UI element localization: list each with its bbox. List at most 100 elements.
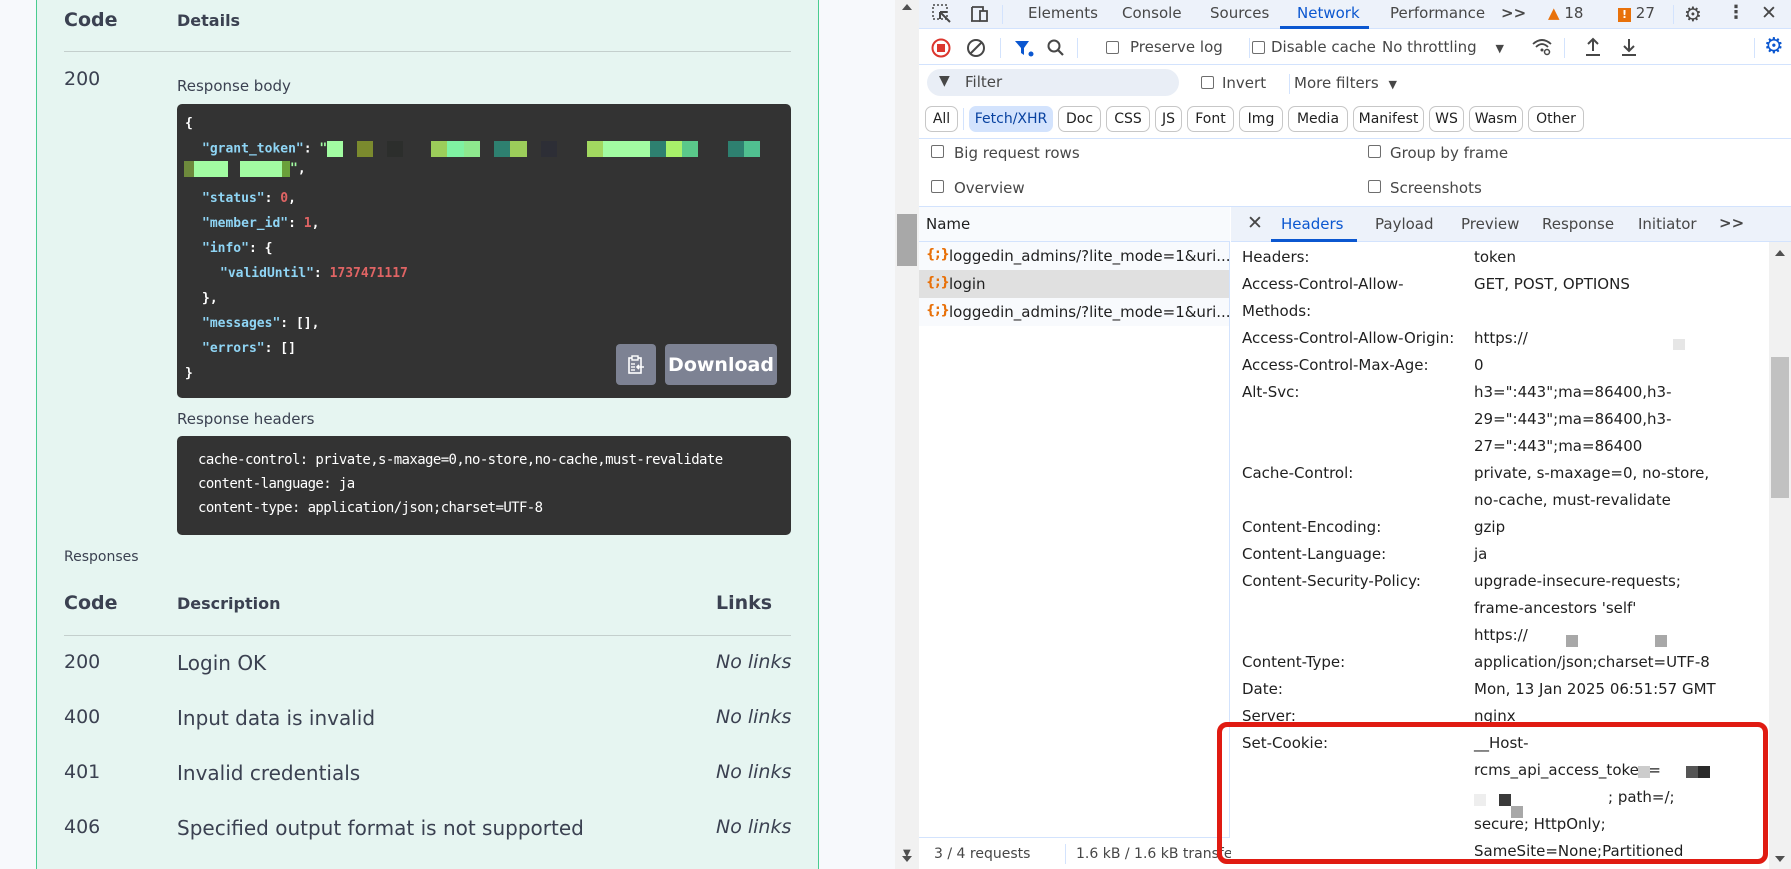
request-row-selected[interactable]: {;} login — [919, 270, 1229, 298]
header-value: Mon, 13 Jan 2025 06:51:57 GMT — [1474, 680, 1716, 698]
scroll-down-icon[interactable]: ▼ — [903, 848, 911, 859]
response-body-block: { "grant_token": " ", "status": 0, "memb… — [177, 104, 791, 398]
type-chip-fetch-xhr[interactable]: Fetch/XHR — [969, 106, 1053, 132]
request-name: loggedin_admins/?lite_mode=1&uri... — [949, 303, 1229, 321]
disable-cache-label[interactable]: Disable cache — [1271, 38, 1376, 56]
more-options-icon[interactable]: ⋮ — [1727, 2, 1745, 23]
import-har-icon[interactable] — [1583, 36, 1603, 62]
download-button[interactable]: Download — [665, 344, 777, 385]
more-filters-dropdown[interactable]: More filters ▼ — [1294, 74, 1397, 92]
big-request-rows-label[interactable]: Big request rows — [954, 144, 1080, 162]
header-key: Content-Security-Policy: — [1242, 572, 1421, 590]
clear-icon[interactable] — [966, 38, 986, 62]
close-devtools-icon[interactable]: ✕ — [1761, 2, 1777, 24]
type-chip-css[interactable]: CSS — [1106, 106, 1150, 132]
detail-tab-payload[interactable]: Payload — [1375, 215, 1434, 233]
type-chip-other[interactable]: Other — [1528, 106, 1584, 132]
record-stop-icon[interactable] — [931, 38, 951, 62]
scroll-down-icon[interactable] — [1775, 856, 1785, 862]
tab-console[interactable]: Console — [1122, 4, 1182, 22]
screenshots-checkbox[interactable] — [1368, 180, 1381, 193]
devtools-panel: Elements Console Sources Network Perform… — [919, 0, 1791, 869]
response-code: 200 — [64, 68, 100, 90]
screenshots-label[interactable]: Screenshots — [1390, 179, 1482, 197]
preserve-log-checkbox[interactable] — [1106, 41, 1119, 54]
group-by-frame-label[interactable]: Group by frame — [1390, 144, 1508, 162]
scroll-up-icon[interactable] — [1775, 250, 1785, 256]
response-headers-block: cache-control: private,s-maxage=0,no-sto… — [177, 436, 791, 535]
more-tabs-button[interactable]: >> — [1501, 4, 1526, 22]
page-scrollbar-thumb[interactable] — [897, 214, 917, 266]
name-column-header[interactable]: Name — [919, 207, 1230, 242]
type-chip-font[interactable]: Font — [1187, 106, 1234, 132]
header-value: __Host- — [1474, 734, 1529, 752]
response-headers-label: Response headers — [177, 410, 314, 428]
issues-count: 27 — [1636, 4, 1655, 22]
type-chip-doc[interactable]: Doc — [1058, 106, 1101, 132]
network-settings-icon[interactable]: ⚙ — [1764, 34, 1784, 59]
filter-funnel-icon[interactable] — [1013, 38, 1035, 62]
search-icon[interactable] — [1046, 38, 1066, 62]
detail-tab-headers[interactable]: Headers — [1281, 215, 1343, 233]
page-scrollbar[interactable] — [895, 0, 919, 869]
header-key: Set-Cookie: — [1242, 734, 1328, 752]
request-row[interactable]: {;} loggedin_admins/?lite_mode=1&uri... — [919, 242, 1229, 270]
overview-checkbox[interactable] — [931, 180, 944, 193]
responses-links-header: Links — [716, 592, 772, 614]
close-detail-icon[interactable]: ✕ — [1247, 212, 1263, 234]
filter-input[interactable]: ▼ Filter — [927, 69, 1179, 96]
invert-label[interactable]: Invert — [1222, 74, 1266, 92]
responses-code-header: Code — [64, 592, 117, 614]
redaction-mask — [1673, 339, 1685, 350]
issues-badge[interactable]: ! 27 — [1618, 4, 1655, 22]
disable-cache-checkbox[interactable] — [1252, 41, 1265, 54]
separator — [1065, 844, 1066, 864]
throttling-select[interactable]: No throttling ▼ — [1382, 38, 1504, 56]
device-toolbar-icon[interactable] — [968, 3, 990, 29]
tab-elements[interactable]: Elements — [1028, 4, 1098, 22]
clipboard-icon — [626, 354, 646, 376]
tab-network[interactable]: Network — [1297, 4, 1360, 22]
detail-tab-preview[interactable]: Preview — [1461, 215, 1519, 233]
scroll-up-icon[interactable] — [902, 4, 912, 10]
response-row-links: No links — [716, 651, 791, 673]
preserve-log-label[interactable]: Preserve log — [1130, 38, 1223, 56]
type-chip-js[interactable]: JS — [1155, 106, 1182, 132]
type-chip-media[interactable]: Media — [1288, 106, 1348, 132]
header-value: private, s-maxage=0, no-store, — [1474, 464, 1709, 482]
redaction-mask — [1638, 766, 1650, 778]
response-header-line: content-language: ja — [198, 476, 355, 492]
type-chip-ws[interactable]: WS — [1429, 106, 1464, 132]
group-by-frame-checkbox[interactable] — [1368, 145, 1381, 158]
inspect-element-icon[interactable] — [931, 3, 953, 29]
response-row-code: 401 — [64, 761, 100, 783]
redaction-mask — [1499, 794, 1511, 806]
overview-label[interactable]: Overview — [954, 179, 1025, 197]
detail-scrollbar[interactable] — [1769, 242, 1791, 869]
network-toolbar: Preserve log Disable cache No throttling… — [919, 30, 1791, 65]
invert-checkbox[interactable] — [1201, 76, 1214, 89]
header-key: Alt-Svc: — [1242, 383, 1299, 401]
big-request-rows-checkbox[interactable] — [931, 145, 944, 158]
network-conditions-icon[interactable] — [1531, 36, 1553, 62]
tab-performance[interactable]: Performance — [1390, 4, 1485, 22]
settings-gear-icon[interactable]: ⚙ — [1684, 2, 1702, 26]
detail-tab-response[interactable]: Response — [1542, 215, 1614, 233]
request-row[interactable]: {;} loggedin_admins/?lite_mode=1&uri... — [919, 298, 1229, 326]
network-status-bar: ▼ 3 / 4 requests 1.6 kB / 1.6 kB transfe… — [919, 837, 1230, 869]
throttling-value: No throttling — [1382, 38, 1477, 56]
copy-to-clipboard-button[interactable] — [616, 344, 656, 385]
detail-tab-initiator[interactable]: Initiator — [1638, 215, 1697, 233]
detail-scrollbar-thumb[interactable] — [1771, 357, 1789, 498]
name-column-label: Name — [926, 215, 970, 233]
tab-sources[interactable]: Sources — [1210, 4, 1269, 22]
type-chip-wasm[interactable]: Wasm — [1469, 106, 1523, 132]
header-value: https:// — [1474, 626, 1528, 644]
more-detail-tabs-button[interactable]: >> — [1719, 214, 1744, 232]
separator — [1077, 38, 1078, 58]
type-chip-img[interactable]: Img — [1239, 106, 1283, 132]
type-chip-manifest[interactable]: Manifest — [1353, 106, 1424, 132]
type-chip-all[interactable]: All — [925, 106, 958, 132]
warnings-badge[interactable]: ▲ 18 — [1548, 4, 1583, 22]
export-har-icon[interactable] — [1619, 36, 1639, 62]
